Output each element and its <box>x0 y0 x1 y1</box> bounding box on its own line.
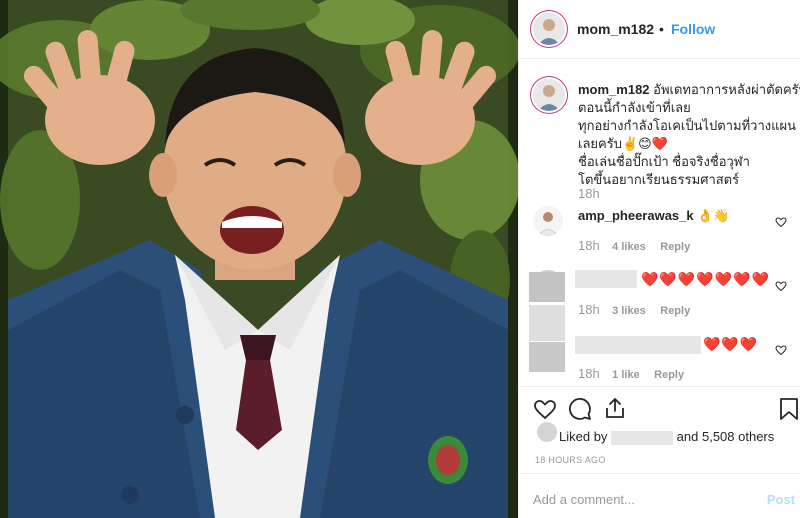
comment-text: ❤️❤️❤️❤️❤️❤️❤️ <box>641 271 771 287</box>
share-icon[interactable] <box>603 396 627 420</box>
avatar-image <box>533 13 565 45</box>
author-username[interactable]: mom_m182 <box>577 21 654 37</box>
comment-input[interactable]: Add a comment... <box>533 492 635 507</box>
comment-time[interactable]: 18h <box>578 238 600 253</box>
post-actions <box>519 386 800 430</box>
comment-time[interactable]: 18h <box>578 366 600 381</box>
commenter-avatar[interactable] <box>533 206 563 236</box>
comment-time[interactable]: 18h <box>578 302 600 317</box>
caption-line: โตขึ้นอยากเรียนธรรมศาสตร์ <box>578 172 740 187</box>
comment-text: 👌👋 <box>697 208 730 223</box>
reply-button[interactable]: Reply <box>654 369 684 381</box>
avatar-image <box>533 79 565 111</box>
caption-time[interactable]: 18h <box>578 186 600 201</box>
bookmark-icon[interactable] <box>779 397 799 421</box>
caption-line: ชื่อเล่นชื่อปั๊กเป้า ชื่อจริงชื่อวุฬา <box>578 154 750 169</box>
likes-prefix: Liked by <box>559 429 608 444</box>
redacted-avatar <box>529 272 565 302</box>
comment-meta: 18h 4 likes Reply <box>578 237 690 255</box>
reply-button[interactable]: Reply <box>660 305 690 317</box>
comment-meta: 18h 1 like Reply <box>578 365 684 383</box>
header-separator: • <box>659 21 664 37</box>
heart-outline-icon[interactable] <box>775 280 787 292</box>
caption-line: อัพเดทอาการหลังผ่าตัดครับ <box>653 82 800 97</box>
post-image <box>0 0 518 518</box>
heart-outline-icon[interactable] <box>775 216 787 228</box>
caption-line: เลยครับ✌️😊❤️ <box>578 136 668 151</box>
caption-avatar[interactable] <box>533 79 565 111</box>
post-caption: mom_m182 อัพเดทอาการหลังผ่าตัดครับ ตอนนี… <box>578 81 800 189</box>
comment-username[interactable]: amp_pheerawas_k <box>578 208 694 223</box>
heart-outline-icon[interactable] <box>775 344 787 356</box>
follow-button[interactable]: Follow <box>671 21 715 37</box>
reply-button[interactable]: Reply <box>660 241 690 253</box>
redacted-block <box>529 305 565 341</box>
redacted-username <box>575 270 637 288</box>
likes-summary[interactable]: Liked by and 5,508 others <box>559 429 774 445</box>
comment-text: ❤️❤️❤️ <box>703 336 759 352</box>
comment-meta: 18h 3 likes Reply <box>578 301 690 319</box>
add-comment-bar: Add a comment... Post <box>519 473 800 518</box>
comment-icon[interactable] <box>568 397 592 421</box>
avatar-image <box>533 206 563 236</box>
likes-count[interactable]: and 5,508 others <box>677 429 775 444</box>
caption-line: ตอนนี้กำลังเข้าที่เลย <box>578 100 691 115</box>
author-avatar[interactable] <box>533 13 565 45</box>
comment-likes[interactable]: 4 likes <box>612 241 646 253</box>
caption-line: ทุกอย่างกำลังโอเคเป็นไปตามที่วางแผน <box>578 118 797 133</box>
post-photo[interactable] <box>0 0 518 518</box>
redacted-avatar <box>529 342 565 372</box>
post-timestamp[interactable]: 18 HOURS AGO <box>535 455 606 465</box>
comment-likes[interactable]: 3 likes <box>612 305 646 317</box>
post-header: mom_m182 • Follow <box>519 0 800 59</box>
comment: amp_pheerawas_k 👌👋 <box>578 208 730 224</box>
comment-likes[interactable]: 1 like <box>612 369 640 381</box>
redacted-username <box>575 336 701 354</box>
redacted-liker <box>611 430 674 445</box>
liker-avatar[interactable] <box>537 422 557 442</box>
post-side-panel: mom_m182 • Follow mom_m182 อัพเดทอาการหล… <box>518 0 800 518</box>
caption-username[interactable]: mom_m182 <box>578 82 650 97</box>
post-comment-button[interactable]: Post <box>767 492 795 507</box>
heart-icon[interactable] <box>533 397 557 421</box>
